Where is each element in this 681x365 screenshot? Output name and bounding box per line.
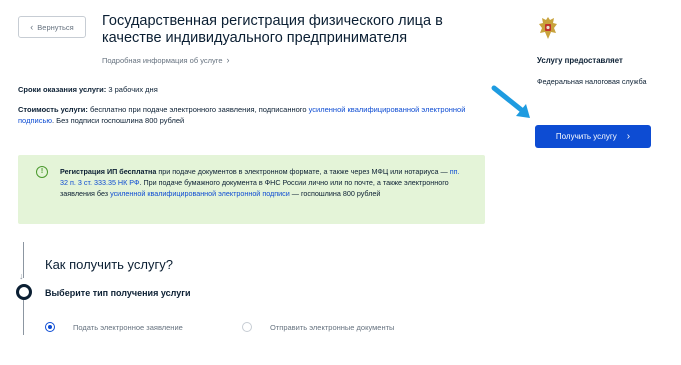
notice-text-3: — госпошлина 800 рублей [291,189,381,199]
chevron-right-icon: › [226,55,230,65]
provider-name: Федеральная налоговая служба [537,77,647,86]
back-button-label: Вернуться [37,22,74,32]
step-title: Выберите тип получения услуги [45,288,191,298]
step-marker [16,284,32,300]
how-to-title: Как получить услугу? [45,257,173,272]
timeline-line [23,300,24,335]
notice-text-1: при подаче документов в электронном форм… [158,167,448,176]
service-details-link[interactable]: Подробная информация об услуге › [102,55,230,65]
provider-label: Услугу предоставляет [537,56,623,65]
cost-text-2: . Без подписи госпошлина 800 рублей [51,116,185,125]
back-button[interactable]: ‹ Вернуться [18,16,86,38]
radio-electronic-documents[interactable] [242,322,252,332]
radio-electronic-application[interactable] [45,322,55,332]
info-icon: ! [36,166,48,178]
notice-bold: Регистрация ИП бесплатна [60,167,157,176]
pointer-arrow-icon [491,85,530,118]
radio-label-electronic-documents[interactable]: Отправить электронные документы [270,323,394,332]
service-term: Сроки оказания услуги: 3 рабочих дня [18,85,158,94]
term-label: Сроки оказания услуги: [18,85,107,94]
page-title: Государственная регистрация физического … [102,13,443,46]
chevron-left-icon: ‹ [30,22,34,32]
notice-signature-link[interactable]: усиленной квалифицированной электронной … [110,189,290,198]
get-service-button[interactable]: Получить услугу › [535,125,651,148]
radio-label-electronic-application[interactable]: Подать электронное заявление [73,323,183,332]
cost-text-1: бесплатно при подаче электронного заявле… [89,105,307,114]
notice-box: ! Регистрация ИП бесплатна при подаче до… [18,155,485,224]
term-value: 3 рабочих дня [108,85,158,94]
chevron-right-icon: › [626,131,631,142]
coat-of-arms-icon [539,17,557,39]
get-service-label: Получить услугу [555,132,617,141]
service-cost: Стоимость услуги: бесплатно при подаче э… [18,104,488,126]
cost-label: Стоимость услуги: [18,105,88,114]
service-details-label: Подробная информация об услуге [102,55,223,65]
notice-text: Регистрация ИП бесплатна при подаче доку… [60,166,465,200]
arrow-down-icon: ↓ [19,271,24,281]
